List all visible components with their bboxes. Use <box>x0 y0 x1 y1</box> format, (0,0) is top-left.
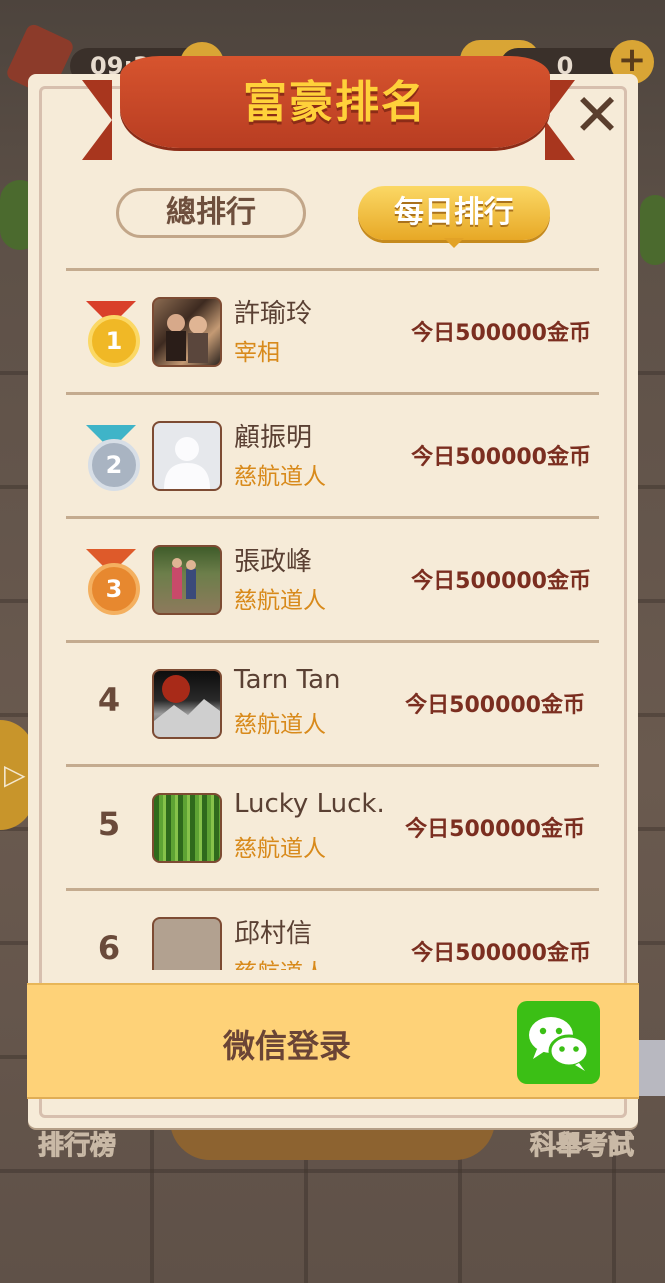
rank-number: 6 <box>97 929 121 967</box>
avatar[interactable] <box>152 669 222 739</box>
wechat-login-bar[interactable]: 微信登录 <box>27 983 639 1099</box>
wechat-icon[interactable] <box>517 1001 600 1084</box>
player-title: 慈航道人 <box>234 712 326 738</box>
ranking-row[interactable]: 6 邱村信 慈航道人 今日500000金币 <box>66 888 599 970</box>
player-title: 慈航道人 <box>234 836 326 862</box>
ranking-row[interactable]: 1 許瑜玲 宰相 今日500000金币 <box>66 268 599 392</box>
player-name: 許瑜玲 <box>234 299 313 329</box>
daily-coins: 今日500000金币 <box>405 817 585 842</box>
ranking-row[interactable]: 5 Lucky Luck. 慈航道人 今日500000金币 <box>66 764 599 888</box>
gold-medal-icon: 1 <box>80 301 142 367</box>
wechat-login-label[interactable]: 微信登录 <box>167 1021 407 1067</box>
player-title: 慈航道人 <box>234 464 326 490</box>
player-title: 宰相 <box>234 340 280 366</box>
ribbon-tail-left <box>82 80 112 160</box>
player-title: 慈航道人 <box>234 953 326 970</box>
exam-nav-label[interactable]: 科舉考試 <box>529 1125 634 1162</box>
player-name: 張政峰 <box>234 547 313 577</box>
tab-total-ranking[interactable]: 總排行 <box>116 188 306 238</box>
active-tab-pointer <box>444 238 464 248</box>
avatar[interactable] <box>152 421 222 491</box>
ranking-row[interactable]: 3 張政峰 慈航道人 今日500000金币 <box>66 516 599 640</box>
player-name: 顧振明 <box>234 423 313 453</box>
avatar[interactable] <box>152 297 222 367</box>
player-name: Lucky Luck. <box>234 789 385 819</box>
avatar[interactable] <box>152 917 222 970</box>
rank-number: 4 <box>97 681 121 719</box>
avatar[interactable] <box>152 545 222 615</box>
daily-coins: 今日500000金币 <box>411 321 591 346</box>
daily-coins: 今日500000金币 <box>405 693 585 718</box>
panel-title: 富豪排名 <box>243 77 427 128</box>
ranking-list[interactable]: 1 許瑜玲 宰相 今日500000金币 2 顧振明 慈航道人 今日500000金… <box>66 268 599 970</box>
close-button[interactable]: ✕ <box>570 86 624 144</box>
leaderboard-nav-label[interactable]: 排行榜 <box>37 1125 116 1162</box>
avatar[interactable] <box>152 793 222 863</box>
player-name: 邱村信 <box>234 919 313 949</box>
player-title: 慈航道人 <box>234 588 326 614</box>
ranking-row[interactable]: 4 Tarn Tan 慈航道人 今日500000金币 <box>66 640 599 764</box>
ranking-row[interactable]: 2 顧振明 慈航道人 今日500000金币 <box>66 392 599 516</box>
tab-daily-ranking[interactable]: 每日排行 <box>358 186 550 240</box>
default-user-icon <box>164 437 210 489</box>
daily-coins: 今日500000金币 <box>411 569 591 594</box>
tree-decoration <box>640 195 665 265</box>
bronze-medal-icon: 3 <box>80 549 142 615</box>
daily-coins: 今日500000金币 <box>411 941 591 966</box>
silver-medal-icon: 2 <box>80 425 142 491</box>
player-name: Tarn Tan <box>234 665 341 695</box>
daily-coins: 今日500000金币 <box>411 445 591 470</box>
rank-number: 5 <box>97 805 121 843</box>
